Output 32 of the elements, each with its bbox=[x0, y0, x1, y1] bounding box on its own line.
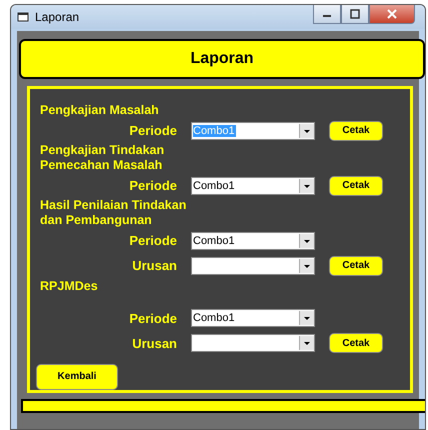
field-label: Periode bbox=[129, 123, 177, 138]
close-button[interactable] bbox=[369, 5, 415, 24]
print-button[interactable]: Cetak bbox=[329, 333, 383, 354]
field-label: Periode bbox=[129, 233, 177, 248]
field-label: Urusan bbox=[132, 258, 177, 274]
combo-value: Combo1 bbox=[193, 234, 235, 247]
app-icon bbox=[17, 11, 29, 23]
maximize-icon bbox=[350, 9, 360, 19]
combo-box[interactable]: Combo1 bbox=[191, 309, 315, 328]
combo-box[interactable]: Combo1 bbox=[191, 176, 315, 195]
combo-box[interactable] bbox=[191, 334, 315, 352]
maximize-button[interactable] bbox=[341, 5, 369, 24]
print-button[interactable]: Cetak bbox=[329, 256, 383, 276]
section-title: Pengkajian Masalah bbox=[40, 103, 160, 118]
section-title: Pengkajian Tindakan Pemecahan Masalah bbox=[40, 143, 166, 174]
minimize-button[interactable] bbox=[313, 5, 341, 24]
print-button[interactable]: Cetak bbox=[329, 120, 383, 141]
combo-value: Combo1 bbox=[193, 124, 236, 137]
close-icon bbox=[386, 9, 398, 19]
print-button[interactable]: Cetak bbox=[329, 176, 383, 196]
back-button[interactable]: Kembali bbox=[36, 364, 118, 390]
combo-box[interactable]: Combo1 bbox=[191, 232, 315, 250]
combo-value: Combo1 bbox=[193, 180, 235, 192]
field-label: Periode bbox=[129, 310, 177, 326]
field-label: Periode bbox=[129, 178, 177, 194]
window-title: Laporan bbox=[35, 10, 80, 24]
section-title: RPJMDes bbox=[40, 278, 99, 294]
header-title: Laporan bbox=[190, 50, 254, 68]
combo-box[interactable] bbox=[191, 256, 315, 275]
section-title: Hasil Penilaian Tindakan dan Pembangunan bbox=[40, 198, 188, 228]
combo-value: Combo1 bbox=[193, 312, 235, 324]
field-label: Urusan bbox=[132, 336, 177, 351]
